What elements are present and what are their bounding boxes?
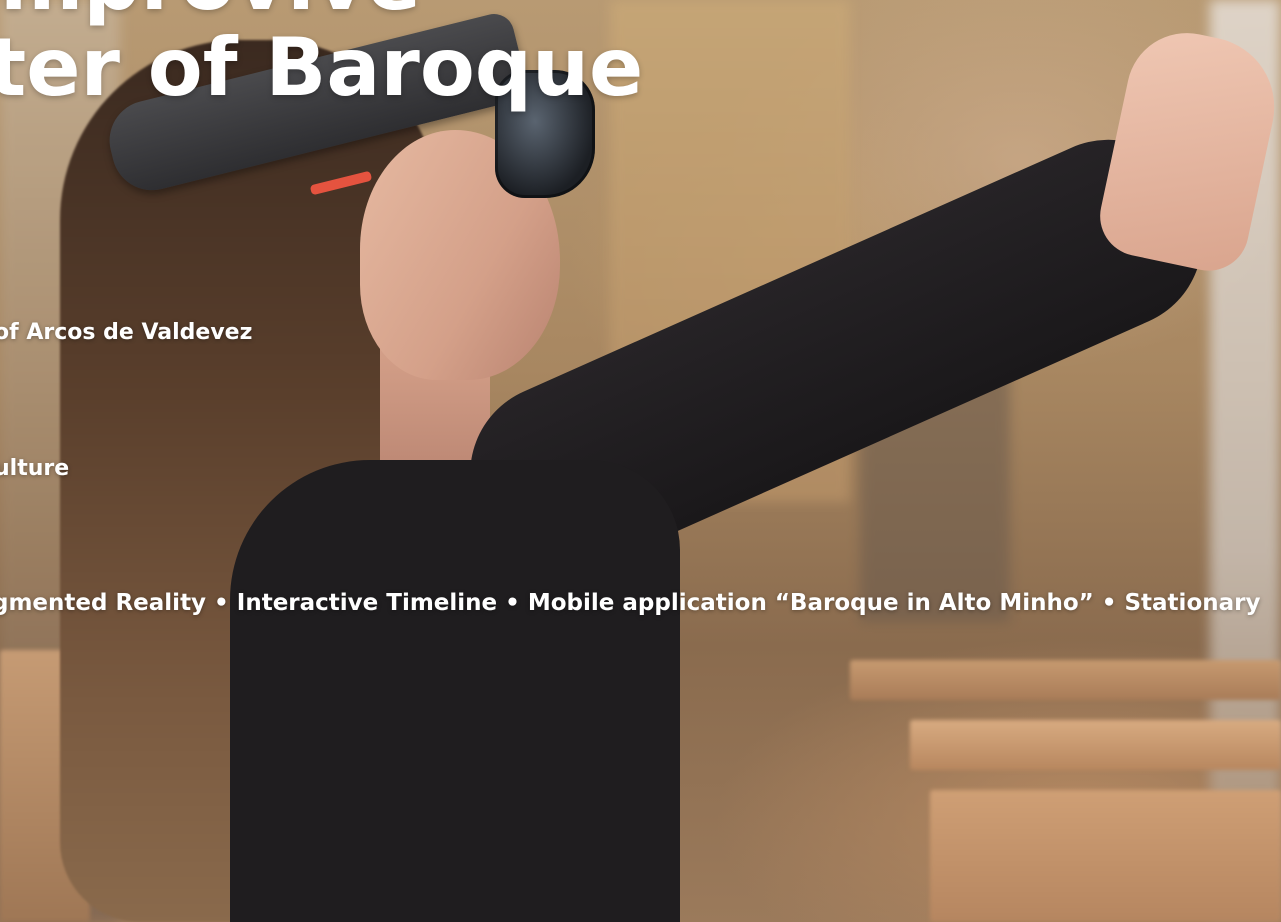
location-text: of Arcos de Valdevez <box>0 320 253 345</box>
features-list-text: gmented Reality • Interactive Timeline •… <box>0 590 1261 616</box>
hero-banner: mprovive ter of Baroque of Arcos de Vald… <box>0 0 1281 922</box>
hero-text-overlay: mprovive ter of Baroque of Arcos de Vald… <box>0 0 1281 922</box>
hero-title-line-2: ter of Baroque <box>0 21 644 114</box>
hero-title-line-1: mprovive <box>0 0 421 22</box>
category-text: ulture <box>0 456 70 481</box>
